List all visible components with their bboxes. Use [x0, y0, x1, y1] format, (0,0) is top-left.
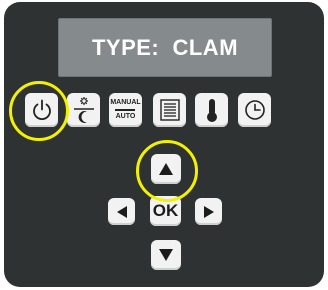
manual-auto-button[interactable]: MANUAL AUTO — [109, 93, 142, 127]
auto-label: AUTO — [115, 112, 136, 120]
sun-moon-icon — [73, 97, 94, 123]
right-button[interactable] — [195, 198, 222, 225]
lcd-display: TYPE: CLAM — [58, 18, 272, 77]
ok-button[interactable]: OK — [150, 196, 181, 226]
thermometer-icon — [206, 99, 217, 122]
day-night-button[interactable] — [67, 93, 100, 127]
control-panel: TYPE: CLAM MANUAL AUTO OK — [4, 2, 324, 287]
manual-label: MANUAL — [110, 99, 141, 107]
ok-label: OK — [152, 201, 179, 220]
document-list-icon — [159, 99, 180, 121]
left-button[interactable] — [108, 198, 135, 225]
down-button[interactable] — [151, 240, 181, 270]
list-button[interactable] — [153, 93, 186, 127]
arrow-up-icon — [159, 163, 173, 175]
display-text: TYPE: CLAM — [91, 34, 239, 60]
manual-auto-divider — [115, 109, 136, 111]
up-button[interactable] — [151, 154, 181, 184]
power-button[interactable] — [25, 93, 58, 127]
clock-icon — [244, 100, 265, 120]
clock-button[interactable] — [238, 93, 271, 127]
temperature-button[interactable] — [195, 93, 228, 127]
arrow-down-icon — [159, 249, 173, 261]
manual-auto-icon: MANUAL AUTO — [110, 99, 140, 121]
arrow-left-icon — [116, 205, 127, 218]
arrow-right-icon — [203, 205, 214, 218]
power-icon — [32, 99, 51, 121]
